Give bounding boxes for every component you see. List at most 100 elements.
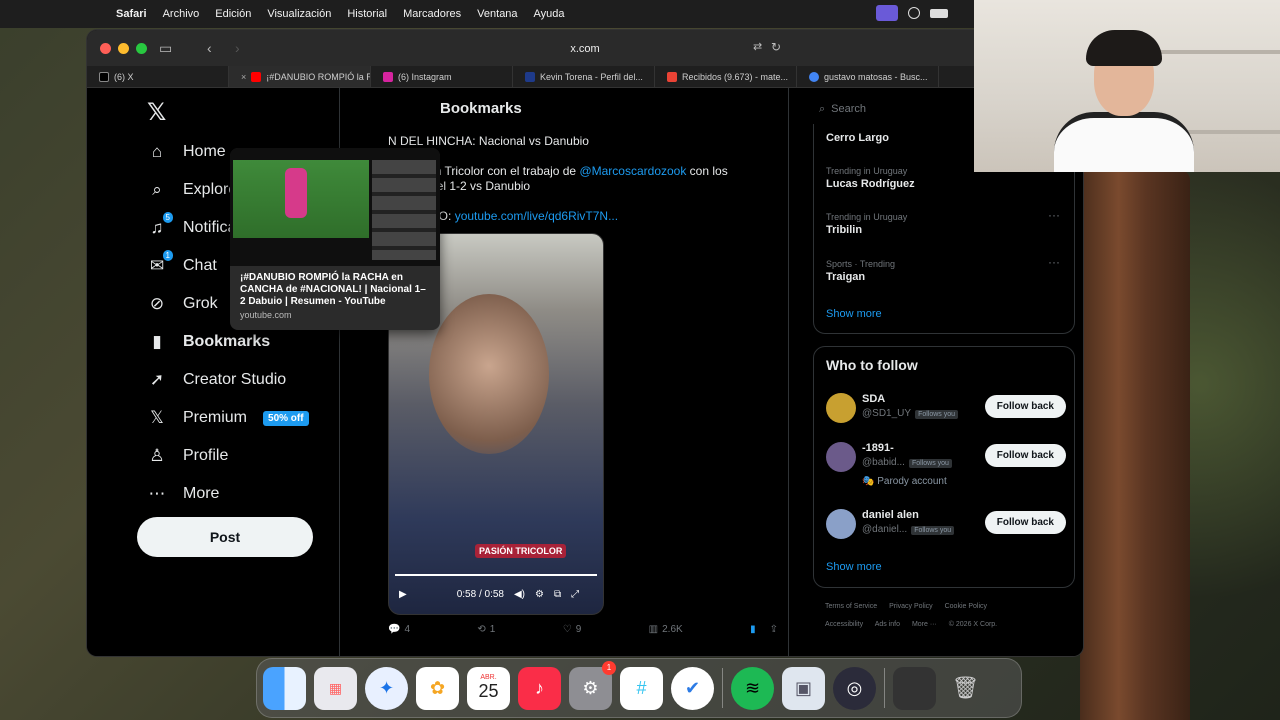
minimize-window-button[interactable] [118,43,129,54]
play-status-icon[interactable] [908,7,920,19]
avatar[interactable] [826,442,856,472]
mention-link[interactable]: @Marcoscardozook [579,164,686,178]
handle-text: @babid... [862,457,905,468]
tab-kevin-torena[interactable]: Kevin Torena - Perfil del... [513,66,655,87]
ticktick-icon[interactable]: ✔ [671,666,714,710]
safari-icon[interactable]: ✦ [365,666,408,710]
trend-context: Trending in Uruguay [826,212,908,222]
reply-button[interactable]: 💬 4 [388,624,410,635]
avatar[interactable] [826,393,856,423]
volume-icon[interactable]: ◀) [514,589,525,600]
nav-profile[interactable]: ♙ Profile [147,446,228,466]
trends-show-more[interactable]: Show more [826,308,882,320]
follow-back-button[interactable]: Follow back [984,444,1066,467]
sidebar-icon[interactable]: ▭ [159,40,172,57]
x-logo-icon[interactable]: 𝕏 [147,98,166,127]
menu-ventana[interactable]: Ventana [477,8,517,20]
play-icon[interactable]: ▶ [399,589,407,600]
menu-app-name[interactable]: Safari [116,8,147,20]
bookmark-button[interactable]: ▮ ⇪ [750,624,778,635]
avatar[interactable] [826,509,856,539]
tab-label: (6) X [114,71,134,82]
nav-more[interactable]: ⋯ More [147,484,220,504]
youtube-link[interactable]: youtube.com/live/qd6RivT7N... [455,209,618,223]
account-handle: @babid... Follows you [862,457,952,468]
reload-icon[interactable]: ↻ [771,40,781,54]
footer-link[interactable]: More ··· [912,621,937,628]
follow-suggestion[interactable]: daniel alen @daniel... Follows you Follow… [826,509,1066,553]
page-title: Bookmarks [440,100,522,117]
trend-item[interactable]: Cerro Largo [826,130,889,144]
slack-icon[interactable]: # [620,666,663,710]
like-button[interactable]: ♡ 9 [563,624,582,635]
translate-icon[interactable]: ⇄ [753,40,762,53]
footer-link[interactable]: Accessibility [825,621,863,628]
finder-icon[interactable] [263,666,306,710]
nav-bookmarks[interactable]: ▮ Bookmarks [147,332,270,352]
trend-more-icon[interactable]: ··· [1048,208,1060,222]
screen-record-icon[interactable] [876,5,898,21]
video-controls: ▶ 0:58 / 0:58 ◀) ⚙ ⧉ ⤢ [389,574,603,614]
search-input[interactable]: ⌕ Search [813,96,993,122]
menu-archivo[interactable]: Archivo [163,8,200,20]
menu-visualizacion[interactable]: Visualización [267,8,331,20]
trash-icon[interactable]: 🗑 [944,667,987,710]
views-button[interactable]: ▥ 2.6K [649,624,683,635]
fullscreen-icon[interactable]: ⤢ [571,589,579,600]
repost-button[interactable]: ⟲ 1 [477,624,495,635]
tab-youtube[interactable]: × ¡#DANUBIO ROMPIÓ la R... [229,66,371,87]
follow-back-button[interactable]: Follow back [984,511,1066,534]
nav-label: Bookmarks [183,333,271,350]
tab-gmail[interactable]: Recibidos (9.673) - mate... [655,66,797,87]
preview-icon[interactable]: ▣ [782,666,825,710]
trend-item[interactable]: Trending in Uruguay Tribilin [826,212,907,236]
nav-grok[interactable]: ⊘ Grok [147,294,218,314]
tab-google[interactable]: gustavo matosas - Busc... [797,66,939,87]
settings-icon[interactable]: ⚙ 1 [569,660,616,710]
follow-suggestion[interactable]: -1891- @babid... Follows you 🎭 Parody acc… [826,442,1066,487]
footer-link[interactable]: Privacy Policy [889,603,933,610]
obs-icon[interactable]: ◎ [833,666,876,710]
menu-edicion[interactable]: Edición [215,8,251,20]
settings-icon[interactable]: ⚙ [535,589,544,600]
address-bar[interactable]: x.com [385,38,785,60]
footer-link[interactable]: Cookie Policy [945,603,987,610]
menu-historial[interactable]: Historial [347,8,387,20]
share-icon[interactable]: ⇪ [770,624,778,635]
menu-marcadores[interactable]: Marcadores [403,8,461,20]
forward-icon[interactable]: › [235,40,240,56]
close-window-button[interactable] [100,43,111,54]
post-button[interactable]: Post [137,517,313,557]
close-tab-icon[interactable]: × [241,72,246,82]
pip-icon[interactable]: ⧉ [554,589,561,600]
zoom-window-button[interactable] [136,43,147,54]
nav-premium[interactable]: 𝕏 Premium 50% off [147,408,309,428]
photos-icon[interactable]: ✿ [416,666,459,710]
recent-window-thumbnail[interactable] [893,666,936,710]
nav-chat[interactable]: ✉ 1 Chat [147,250,217,276]
calendar-icon[interactable]: ABR. 25 [467,666,510,710]
tab-instagram[interactable]: (6) Instagram [371,66,513,87]
music-icon[interactable]: ♪ [518,666,561,710]
battery-icon[interactable] [930,8,948,18]
tab-x[interactable]: (6) X [87,66,229,87]
nav-creator-studio[interactable]: ➚ Creator Studio [147,370,286,390]
launchpad-icon[interactable]: ▦ [314,666,357,710]
follow-suggestion[interactable]: SDA @SD1_UY Follows you Follow back [826,393,1066,437]
spotify-icon[interactable]: ≋ [731,666,774,710]
trend-more-icon[interactable]: ··· [1048,255,1060,269]
nav-explore[interactable]: ⌕ Explore [147,180,237,200]
menu-ayuda[interactable]: Ayuda [534,8,565,20]
nav-home[interactable]: ⌂ Home [147,142,226,162]
trend-item[interactable]: Sports · Trending Traigan [826,259,895,283]
calendar-day: 25 [478,681,499,701]
trend-item[interactable]: Trending in Uruguay Lucas Rodríguez [826,166,915,190]
back-icon[interactable]: ‹ [207,40,212,56]
footer-link[interactable]: Ads info [875,621,900,628]
shelf-image [1144,50,1280,54]
x-icon [99,71,109,82]
follow-back-button[interactable]: Follow back [984,395,1066,418]
footer-link[interactable]: Terms of Service [825,603,877,610]
follow-show-more[interactable]: Show more [826,561,882,573]
nav-label: Grok [183,295,218,312]
